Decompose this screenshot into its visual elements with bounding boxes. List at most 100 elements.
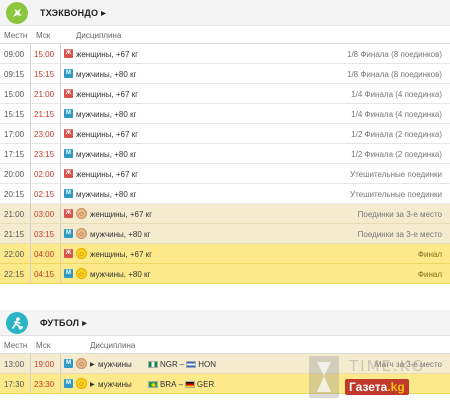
col-discipline: Дисциплина [90,341,136,350]
column-divider [30,124,31,143]
team-away: GER [196,380,215,389]
schedule-row[interactable]: 15:15 21:15 Ммужчины, +80 кг 1/4 Финала (4 … [0,104,450,124]
schedule-row[interactable]: 21:15 03:15 М ☺ мужчины, +80 кг Поединки за 3… [0,224,450,244]
bronze-medal-icon: ☺ [76,358,87,369]
schedule-row[interactable]: 09:00 15:00 Жженщины, +67 кг 1/8 Финала (8 … [0,44,450,64]
stage-label: Поединки за 3-е место [357,230,442,239]
discipline-label: женщины, +67 кг [76,50,139,59]
watermark-site: TIME.KG [349,357,426,375]
schedule-row[interactable]: 15:00 21:00 Жженщины, +67 кг 1/4 Финала (4 … [0,84,450,104]
men-badge-icon: М [64,379,73,388]
discipline-label: мужчины, +80 кг [76,110,137,119]
column-divider [60,224,61,243]
taekwondo-header[interactable]: ТХЭКВОНДО ▶ [0,0,450,26]
football-header[interactable]: ФУТБОЛ ▶ [0,310,450,336]
taekwondo-title-text: ТХЭКВОНДО [40,8,99,18]
play-icon[interactable]: ▶ [90,361,95,368]
men-badge-icon: М [64,189,73,198]
bronze-medal-icon: ☺ [76,208,87,219]
discipline-label: мужчины, +80 кг [76,70,137,79]
column-divider [30,184,31,203]
col-msk: Мск [36,31,51,40]
discipline-label: мужчины, +80 кг [76,150,137,159]
schedule-row[interactable]: 17:15 23:15 Ммужчины, +80 кг 1/2 Финала (2 … [0,144,450,164]
watermark-brand-suffix: .kg [387,380,405,394]
discipline-label: женщины, +67 кг [76,170,139,179]
football-icon [6,312,28,334]
women-badge-icon: Ж [64,209,73,218]
schedule-row[interactable]: 20:15 02:15 Ммужчины, +80 кг Утешительные п… [0,184,450,204]
col-discipline: Дисциплина [76,31,122,40]
stage-label: Поединки за 3-е место [357,210,442,219]
stage-label: 1/4 Финала (4 поединка) [351,90,442,99]
column-divider [60,244,61,263]
moscow-time: 23:15 [34,150,55,159]
moscow-time: 03:00 [34,210,55,219]
team-separator: – [178,380,183,389]
taekwondo-title[interactable]: ТХЭКВОНДО ▶ [40,8,106,18]
column-divider [60,44,61,63]
column-divider [60,124,61,143]
men-badge-icon: М [64,359,73,368]
football-column-header: Местн Мск Дисциплина [0,336,450,354]
discipline-label: мужчины, +80 кг [90,270,151,279]
stage-label: 1/8 Финала (8 поединков) [347,50,442,59]
women-badge-icon: Ж [64,169,73,178]
flag-bra-icon [148,381,158,388]
watermark-brand-name: Газета [349,380,388,394]
moscow-time: 19:00 [34,360,55,369]
gold-medal-icon: ☺ [76,378,87,389]
football-title-text: ФУТБОЛ [40,318,80,328]
discipline-label: женщины, +67 кг [90,210,153,219]
gold-medal-icon: ☺ [76,268,87,279]
moscow-time: 02:00 [34,170,55,179]
play-icon[interactable]: ▶ [90,381,95,388]
column-divider [30,374,31,393]
men-badge-icon: М [64,229,73,238]
chevron-right-icon: ▶ [101,11,106,17]
hourglass-logo-icon [309,356,339,398]
men-badge-icon: М [64,269,73,278]
discipline-label: женщины, +67 кг [90,250,153,259]
chevron-right-icon: ▶ [82,321,88,327]
discipline-label: мужчины, +80 кг [90,230,151,239]
match-teams[interactable]: NGR – HON [148,360,216,369]
local-time: 22:15 [4,270,25,279]
stage-label: 1/2 Финала (2 поединка) [351,130,442,139]
column-divider [60,184,61,203]
col-local: Местн [4,31,28,40]
column-divider [30,84,31,103]
column-divider [60,64,61,83]
column-divider [30,64,31,83]
column-divider [60,104,61,123]
moscow-time: 04:00 [34,250,55,259]
discipline-label: мужчины [98,360,132,369]
moscow-time: 21:00 [34,90,55,99]
moscow-time: 15:00 [34,50,55,59]
flag-ger-icon [184,381,195,388]
schedule-row[interactable]: 09:15 15:15 Ммужчины, +80 кг 1/8 Финала (8 … [0,64,450,84]
local-time: 15:00 [4,90,25,99]
local-time: 17:15 [4,150,25,159]
local-time: 15:15 [4,110,25,119]
schedule-row[interactable]: 17:00 23:00 Жженщины, +67 кг 1/2 Финала (2 … [0,124,450,144]
match-teams[interactable]: BRA – GER [148,380,214,389]
local-time: 17:00 [4,130,25,139]
football-title[interactable]: ФУТБОЛ ▶ [40,318,87,328]
column-divider [60,374,61,393]
schedule-row[interactable]: 22:15 04:15 М ☺ мужчины, +80 кг Финал [0,264,450,284]
column-divider [30,354,31,373]
schedule-row[interactable]: 22:00 04:00 Ж ☺ женщины, +67 кг Финал [0,244,450,264]
col-local: Местн [4,341,28,350]
column-divider [60,144,61,163]
team-home: BRA [160,380,177,389]
team-home: NGR [160,360,178,369]
local-time: 20:15 [4,190,25,199]
moscow-time: 21:15 [34,110,55,119]
local-time: 17:30 [4,380,25,389]
schedule-row[interactable]: 21:00 03:00 Ж ☺ женщины, +67 кг Поединки за 3… [0,204,450,224]
flag-hon-icon [186,361,197,368]
column-divider [60,264,61,283]
women-badge-icon: Ж [64,89,73,98]
schedule-row[interactable]: 20:00 02:00 Жженщины, +67 кг Утешительные п… [0,164,450,184]
